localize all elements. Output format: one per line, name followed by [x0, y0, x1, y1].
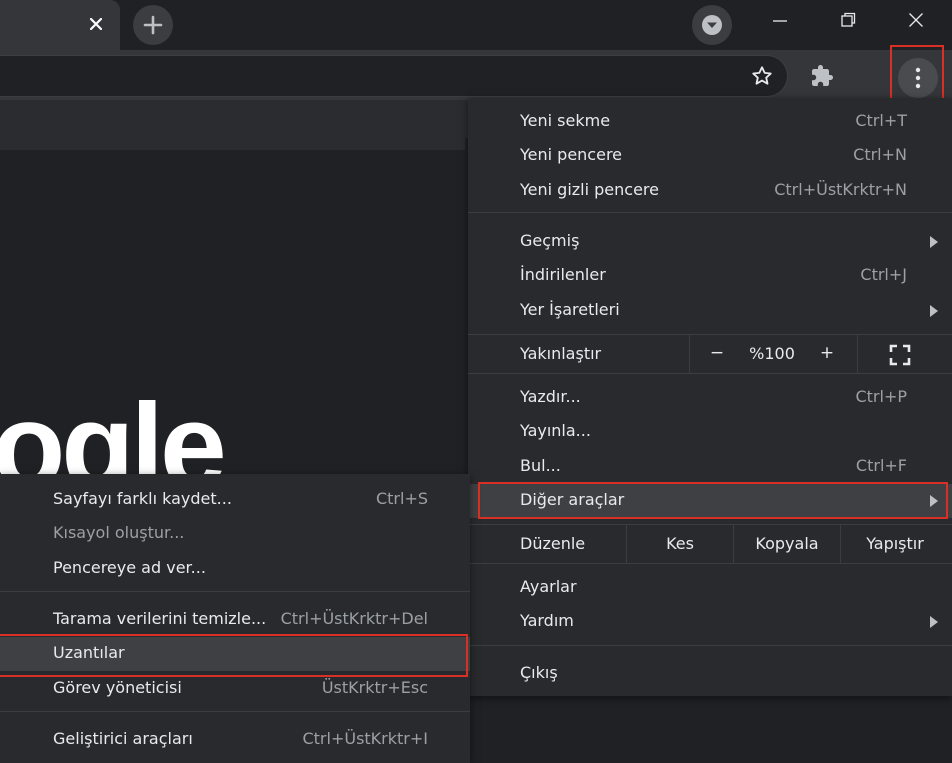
menu-item-label: Yeni sekme [520, 111, 611, 130]
menu-item-help[interactable]: Yardım [468, 605, 952, 639]
cut-button[interactable]: Kes [627, 534, 733, 553]
menu-item-label: Yayınla... [520, 421, 591, 440]
copy-button[interactable]: Kopyala [734, 534, 840, 553]
plus-icon [143, 15, 163, 35]
menu-separator [468, 645, 952, 646]
menu-item-exit[interactable]: Çıkış [468, 657, 952, 691]
menu-separator [468, 212, 952, 213]
submenu-item-clear-browsing-data[interactable]: Tarama verilerini temizle... Ctrl+ÜstKrk… [0, 603, 470, 637]
submenu-item-task-manager[interactable]: Görev yöneticisi ÜstKrktr+Esc [0, 672, 470, 706]
menu-item-label: Yeni gizli pencere [520, 180, 659, 199]
zoom-out-button[interactable]: − [704, 343, 730, 363]
submenu-item-create-shortcut[interactable]: Kısayol oluştur... [0, 517, 470, 551]
page-bottom [470, 696, 952, 763]
submenu-item-shortcut: Ctrl+S [375, 489, 428, 508]
zoom-divider [689, 335, 690, 373]
restore-button[interactable] [828, 5, 868, 35]
menu-item-label: Yeni pencere [520, 145, 623, 164]
submenu-item-shortcut: Ctrl+ÜstKrktr+Del [280, 609, 428, 628]
menu-item-label: Yazdır... [520, 387, 581, 406]
star-icon [752, 66, 772, 85]
more-tools-submenu: Sayfayı farklı kaydet... Ctrl+S Kısayol … [0, 474, 470, 763]
chevron-down-icon [702, 15, 722, 35]
bookmarks-bar [0, 100, 470, 138]
submenu-item-label: Pencereye ad ver... [53, 558, 206, 577]
more-tools-highlight [478, 482, 948, 519]
restore-icon [841, 12, 856, 27]
page-header-strip [0, 138, 465, 150]
menu-separator [468, 373, 952, 374]
menu-item-label: Yer İşaretleri [520, 300, 620, 319]
submenu-item-save-page-as[interactable]: Sayfayı farklı kaydet... Ctrl+S [0, 483, 470, 517]
submenu-item-name-window[interactable]: Pencereye ad ver... [0, 552, 470, 586]
menu-button-highlight [890, 45, 944, 104]
bookmark-star-button[interactable] [748, 62, 776, 90]
menu-item-new-tab[interactable]: Yeni sekme Ctrl+T [468, 105, 952, 139]
menu-item-label: Geçmiş [520, 231, 580, 250]
menu-item-new-incognito-window[interactable]: Yeni gizli pencere Ctrl+ÜstKrktr+N [468, 174, 952, 208]
menu-item-shortcut: Ctrl+T [855, 111, 907, 130]
minimize-icon [773, 20, 787, 22]
menu-separator [468, 563, 952, 564]
menu-item-history[interactable]: Geçmiş [468, 225, 952, 259]
minimize-button[interactable] [760, 5, 800, 35]
close-icon [89, 17, 103, 31]
menu-item-label: İndirilenler [520, 265, 606, 284]
tab-close-button[interactable] [82, 10, 110, 38]
submenu-item-label: Sayfayı farklı kaydet... [53, 489, 232, 508]
menu-item-label: Ayarlar [520, 577, 577, 596]
window-close-button[interactable] [896, 5, 936, 35]
submenu-arrow-icon [930, 616, 938, 628]
close-icon [909, 13, 923, 27]
fullscreen-icon [889, 344, 911, 366]
address-bar[interactable] [0, 55, 788, 97]
submenu-item-label: Geliştirici araçları [53, 729, 193, 748]
zoom-row: Yakınlaştır − %100 + [468, 335, 952, 373]
submenu-item-label: Tarama verilerini temizle... [53, 609, 267, 628]
menu-item-new-window[interactable]: Yeni pencere Ctrl+N [468, 139, 952, 173]
menu-item-shortcut: Ctrl+F [855, 456, 907, 475]
menu-separator [0, 711, 470, 712]
menu-item-downloads[interactable]: İndirilenler Ctrl+J [468, 259, 952, 293]
edit-row: Düzenle Kes Kopyala Yapıştır [468, 525, 952, 563]
fullscreen-button[interactable] [888, 343, 918, 367]
submenu-item-shortcut: ÜstKrktr+Esc [321, 678, 428, 697]
menu-item-shortcut: Ctrl+ÜstKrktr+N [774, 180, 907, 199]
menu-item-shortcut: Ctrl+J [860, 265, 907, 284]
menu-item-label: Bul... [520, 456, 561, 475]
submenu-item-shortcut: Ctrl+ÜstKrktr+I [302, 729, 428, 748]
tab-search-button[interactable] [692, 5, 732, 45]
submenu-item-developer-tools[interactable]: Geliştirici araçları Ctrl+ÜstKrktr+I [0, 723, 470, 757]
zoom-value: %100 [749, 344, 795, 363]
extensions-button[interactable] [806, 60, 838, 92]
chrome-main-menu: Yeni sekme Ctrl+T Yeni pencere Ctrl+N Ye… [468, 98, 952, 696]
menu-item-settings[interactable]: Ayarlar [468, 571, 952, 605]
menu-item-shortcut: Ctrl+P [855, 387, 907, 406]
zoom-divider [857, 335, 858, 373]
menu-item-cast[interactable]: Yayınla... [468, 415, 952, 449]
submenu-item-label: Görev yöneticisi [53, 678, 182, 697]
menu-item-print[interactable]: Yazdır... Ctrl+P [468, 381, 952, 415]
submenu-item-label: Kısayol oluştur... [53, 523, 185, 542]
menu-item-bookmarks[interactable]: Yer İşaretleri [468, 294, 952, 328]
menu-item-label: Çıkış [520, 663, 558, 682]
edit-label: Düzenle [520, 534, 586, 553]
paste-button[interactable]: Yapıştır [841, 534, 949, 553]
menu-item-label: Yardım [520, 611, 574, 630]
new-tab-button[interactable] [133, 5, 173, 45]
puzzle-icon [812, 65, 833, 86]
submenu-arrow-icon [930, 305, 938, 317]
menu-item-shortcut: Ctrl+N [853, 145, 907, 164]
zoom-label: Yakınlaştır [520, 344, 602, 363]
submenu-arrow-icon [930, 236, 938, 248]
menu-separator [0, 591, 470, 592]
zoom-in-button[interactable]: + [814, 343, 840, 363]
extensions-highlight [0, 634, 468, 677]
menu-item-find[interactable]: Bul... Ctrl+F [468, 450, 952, 484]
